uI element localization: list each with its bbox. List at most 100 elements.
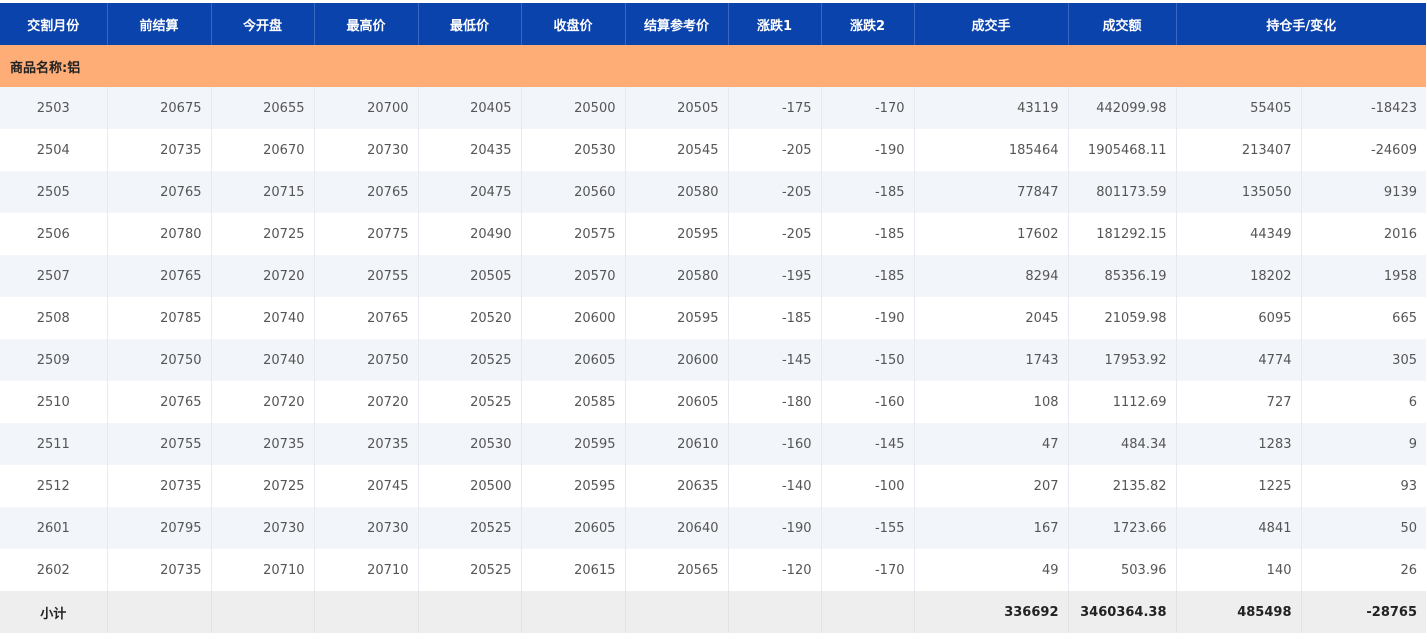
cell-low: 20475 [417,171,521,213]
cell-settlement-ref: 20640 [624,507,728,549]
cell-change-1: -120 [727,549,821,591]
subtotal-empty-cell [520,591,625,633]
subtotal-empty-cell [727,591,821,633]
subtotal-empty-cell [417,591,521,633]
cell-change-2: -145 [820,423,914,465]
cell-open-interest: 18202 [1175,255,1301,297]
cell-delivery-month: 2505 [0,171,107,213]
header-open: 今开盘 [210,3,314,45]
cell-open-interest: 140 [1175,549,1301,591]
cell-high: 20755 [313,255,418,297]
cell-delivery-month: 2508 [0,297,107,339]
cell-prev-settlement: 20675 [106,87,211,129]
subtotal-empty-cell [210,591,314,633]
cell-settlement-ref: 20565 [624,549,728,591]
header-change-2: 涨跌2 [820,3,914,45]
subtotal-empty-cell [106,591,211,633]
cell-oi-change: 9 [1300,423,1426,465]
table-row: 2504 20735 20670 20730 20435 20530 20545 -205 -1… [0,129,1426,171]
cell-change-2: -155 [820,507,914,549]
cell-prev-settlement: 20735 [106,465,211,507]
cell-high: 20775 [313,213,418,255]
cell-prev-settlement: 20765 [106,255,211,297]
subtotal-empty-cell [820,591,914,633]
cell-prev-settlement: 20785 [106,297,211,339]
cell-settlement-ref: 20635 [624,465,728,507]
cell-volume: 2045 [913,297,1068,339]
cell-change-2: -185 [820,171,914,213]
subtotal-empty-cell [313,591,418,633]
cell-oi-change: 50 [1300,507,1426,549]
cell-open-interest: 4774 [1175,339,1301,381]
cell-change-2: -100 [820,465,914,507]
cell-delivery-month: 2509 [0,339,107,381]
cell-turnover: 503.96 [1067,549,1176,591]
cell-close: 20530 [520,129,625,171]
cell-turnover: 85356.19 [1067,255,1176,297]
cell-change-2: -170 [820,549,914,591]
cell-close: 20605 [520,507,625,549]
cell-turnover: 181292.15 [1067,213,1176,255]
cell-delivery-month: 2506 [0,213,107,255]
cell-oi-change: 26 [1300,549,1426,591]
cell-turnover: 1905468.11 [1067,129,1176,171]
cell-oi-change: 6 [1300,381,1426,423]
subtotal-empty-cell [624,591,728,633]
cell-change-2: -185 [820,213,914,255]
cell-close: 20575 [520,213,625,255]
cell-volume: 108 [913,381,1068,423]
table-row: 2509 20750 20740 20750 20525 20605 20600 -145 -1… [0,339,1426,381]
cell-low: 20500 [417,465,521,507]
table-row: 2506 20780 20725 20775 20490 20575 20595 -205 -1… [0,213,1426,255]
subtotal-volume: 336692 [913,591,1068,633]
table-row: 2503 20675 20655 20700 20405 20500 20505 -175 -1… [0,87,1426,129]
table-row: 2512 20735 20725 20745 20500 20595 20635 -140 -1… [0,465,1426,507]
cell-settlement-ref: 20505 [624,87,728,129]
cell-close: 20585 [520,381,625,423]
cell-change-1: -140 [727,465,821,507]
cell-low: 20405 [417,87,521,129]
cell-open: 20655 [210,87,314,129]
header-turnover: 成交额 [1067,3,1176,45]
cell-open-interest: 727 [1175,381,1301,423]
cell-settlement-ref: 20610 [624,423,728,465]
header-low: 最低价 [417,3,521,45]
cell-volume: 207 [913,465,1068,507]
cell-change-1: -180 [727,381,821,423]
cell-change-2: -190 [820,129,914,171]
cell-open: 20740 [210,339,314,381]
cell-prev-settlement: 20765 [106,381,211,423]
cell-turnover: 17953.92 [1067,339,1176,381]
cell-open: 20710 [210,549,314,591]
cell-turnover: 484.34 [1067,423,1176,465]
cell-open: 20730 [210,507,314,549]
cell-open-interest: 6095 [1175,297,1301,339]
cell-high: 20745 [313,465,418,507]
cell-change-1: -195 [727,255,821,297]
cell-turnover: 1723.66 [1067,507,1176,549]
table-row: 2508 20785 20740 20765 20520 20600 20595 -185 -1… [0,297,1426,339]
cell-settlement-ref: 20545 [624,129,728,171]
cell-high: 20730 [313,507,418,549]
cell-close: 20570 [520,255,625,297]
cell-delivery-month: 2504 [0,129,107,171]
cell-low: 20525 [417,381,521,423]
cell-volume: 185464 [913,129,1068,171]
cell-settlement-ref: 20580 [624,255,728,297]
cell-delivery-month: 2510 [0,381,107,423]
cell-low: 20490 [417,213,521,255]
cell-low: 20525 [417,507,521,549]
cell-low: 20435 [417,129,521,171]
header-change-1: 涨跌1 [727,3,821,45]
cell-prev-settlement: 20735 [106,129,211,171]
cell-open-interest: 213407 [1175,129,1301,171]
cell-delivery-month: 2511 [0,423,107,465]
header-close: 收盘价 [520,3,625,45]
cell-prev-settlement: 20765 [106,171,211,213]
cell-volume: 77847 [913,171,1068,213]
cell-change-2: -185 [820,255,914,297]
cell-change-1: -190 [727,507,821,549]
futures-quote-table: 交割月份 前结算 今开盘 最高价 最低价 收盘价 结算参考价 涨跌1 涨跌2 成… [0,3,1426,633]
cell-settlement-ref: 20600 [624,339,728,381]
cell-oi-change: 1958 [1300,255,1426,297]
